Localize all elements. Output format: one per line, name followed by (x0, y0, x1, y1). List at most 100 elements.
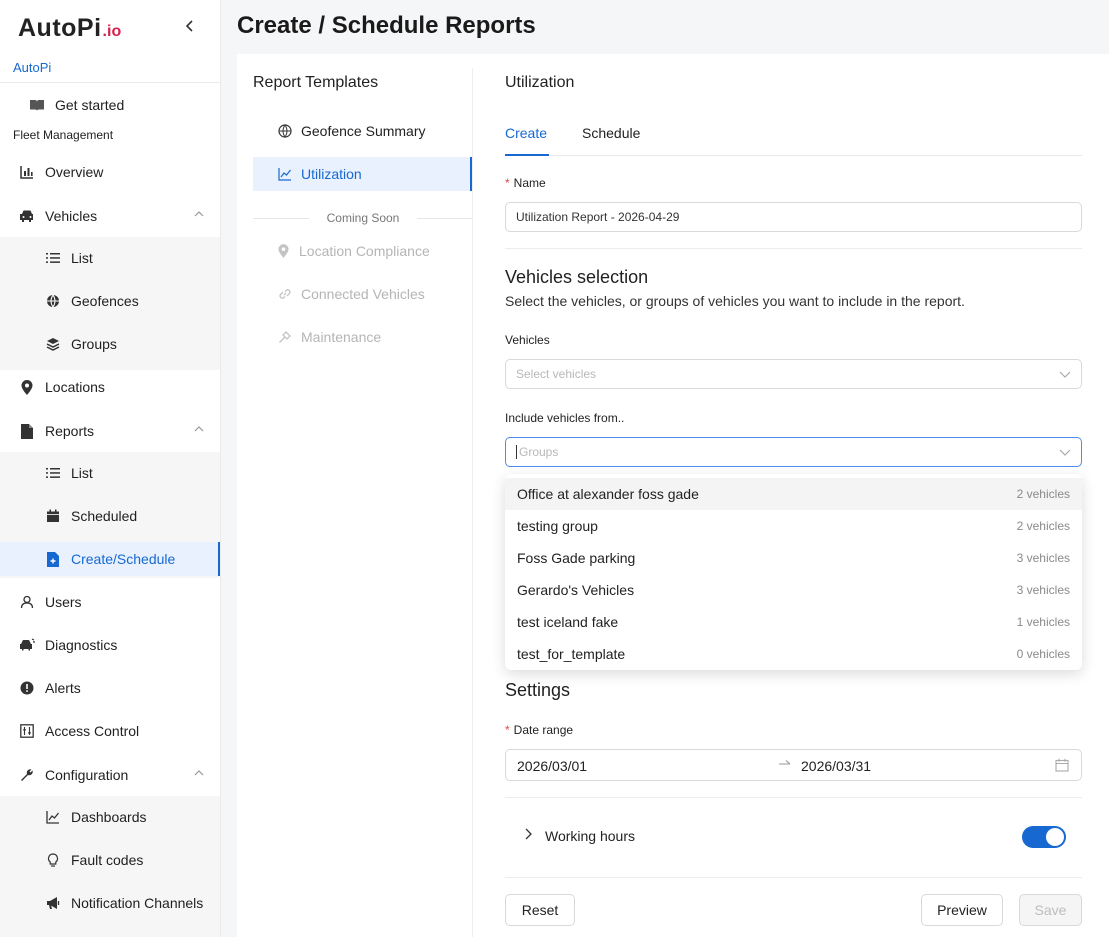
name-label: * Name (505, 176, 546, 190)
wrench-icon (19, 767, 35, 783)
option-name: testing group (517, 518, 598, 534)
option-count: 0 vehicles (1016, 647, 1070, 661)
megaphone-icon (45, 895, 61, 911)
sidebar-item-fault-codes[interactable]: Fault codes (0, 843, 220, 877)
tab-create[interactable]: Create (505, 124, 549, 156)
chevron-up-icon (194, 769, 204, 780)
name-input[interactable]: Utilization Report - 2026-04-29 (505, 202, 1082, 232)
organization-link[interactable]: AutoPi (13, 60, 51, 75)
sidebar-item-diagnostics[interactable]: Diagnostics (0, 628, 220, 662)
save-button: Save (1019, 894, 1082, 926)
sidebar-item-overview[interactable]: Overview (0, 155, 220, 189)
template-label: Maintenance (301, 329, 382, 345)
dropdown-option[interactable]: Gerardo's Vehicles 3 vehicles (505, 574, 1082, 606)
arrow-right-icon (778, 757, 792, 774)
sidebar-item-label: Alerts (45, 680, 81, 696)
dropdown-option[interactable]: test iceland fake 1 vehicles (505, 606, 1082, 638)
autopi-logo[interactable]: AutoPi .io (18, 14, 121, 44)
sidebar-item-users[interactable]: Users (0, 585, 220, 619)
option-name: Office at alexander foss gade (517, 486, 699, 502)
user-icon (19, 594, 35, 610)
chevron-up-icon (194, 210, 204, 221)
option-count: 2 vehicles (1016, 487, 1070, 501)
preview-button[interactable]: Preview (921, 894, 1003, 926)
template-utilization[interactable]: Utilization (253, 157, 473, 191)
option-name: test_for_template (517, 646, 626, 662)
chevron-up-icon (194, 425, 204, 436)
vehicles-label: Vehicles (505, 333, 550, 347)
divider-line (253, 217, 309, 219)
sidebar-item-label: Overview (45, 164, 104, 180)
sidebar-item-label: Groups (71, 336, 117, 352)
working-hours-toggle[interactable] (1022, 826, 1066, 848)
sidebar-item-dashboards[interactable]: Dashboards (0, 800, 220, 834)
groups-select[interactable]: Groups (505, 437, 1082, 467)
section-label-fleet: Fleet Management (13, 128, 114, 142)
tab-schedule[interactable]: Schedule (582, 124, 640, 156)
sidebar-item-label: Vehicles (45, 208, 98, 224)
templates-title: Report Templates (253, 74, 379, 91)
collapse-sidebar-button[interactable] (183, 18, 199, 36)
date-end[interactable]: 2026/03/31 (801, 758, 871, 774)
vehicles-placeholder: Select vehicles (516, 367, 597, 381)
sidebar-item-label: List (71, 465, 93, 481)
sidebar-item-vehicles-list[interactable]: List (0, 241, 220, 275)
sidebar-item-label: Users (45, 594, 82, 610)
sidebar-item-configuration[interactable]: Configuration (0, 758, 220, 792)
vehicles-select[interactable]: Select vehicles (505, 359, 1082, 389)
bulb-icon (45, 852, 61, 868)
sidebar-item-geofences[interactable]: Geofences (0, 284, 220, 318)
sidebar-item-get-started[interactable]: Get started (0, 88, 220, 122)
sidebar-item-alerts[interactable]: Alerts (0, 671, 220, 705)
template-label: Utilization (301, 166, 362, 182)
globe-icon (277, 124, 293, 138)
section-divider (505, 797, 1082, 798)
template-connected-vehicles: Connected Vehicles (253, 277, 473, 311)
option-name: Gerardo's Vehicles (517, 582, 635, 598)
form-tabs: Create Schedule (505, 124, 1082, 156)
sidebar-item-label: Get started (55, 97, 125, 113)
sidebar-item-notification-channels[interactable]: Notification Channels (0, 886, 220, 920)
panel-divider (472, 68, 473, 937)
divider-line (417, 217, 473, 219)
sidebar-item-scheduled[interactable]: Scheduled (0, 499, 220, 533)
template-geofence-summary[interactable]: Geofence Summary (253, 114, 473, 148)
coming-soon-divider: Coming Soon (253, 211, 473, 225)
chevron-left-icon (185, 20, 193, 32)
calendar-icon (45, 508, 61, 524)
report-card: Report Templates Geofence Summary Utiliz… (237, 54, 1109, 937)
sidebar-item-label: Scheduled (71, 508, 138, 524)
dropdown-option[interactable]: Foss Gade parking 3 vehicles (505, 542, 1082, 574)
groups-dropdown: Office at alexander foss gade 2 vehicles… (505, 474, 1082, 670)
alert-circle-icon (19, 680, 35, 696)
template-label: Connected Vehicles (301, 286, 425, 302)
list-icon (45, 250, 61, 266)
layers-icon (45, 336, 61, 352)
sidebar-item-label: Locations (45, 379, 105, 395)
sidebar-item-reports[interactable]: Reports (0, 414, 220, 448)
reset-button[interactable]: Reset (505, 894, 575, 926)
name-label-text: Name (513, 176, 546, 190)
sidebar-item-reports-list[interactable]: List (0, 456, 220, 490)
sidebar-item-groups[interactable]: Groups (0, 327, 220, 361)
dropdown-option[interactable]: testing group 2 vehicles (505, 510, 1082, 542)
dropdown-option[interactable]: Office at alexander foss gade 2 vehicles (505, 478, 1082, 510)
section-divider (505, 248, 1082, 249)
date-start[interactable]: 2026/03/01 (517, 758, 587, 774)
toggle-knob (1046, 828, 1064, 846)
sidebar-item-create-schedule[interactable]: Create/Schedule (0, 542, 220, 576)
sidebar-item-locations[interactable]: Locations (0, 370, 220, 404)
sidebar-item-vehicles[interactable]: Vehicles (0, 199, 220, 233)
groups-placeholder: Groups (519, 445, 559, 459)
sidebar-item-access-control[interactable]: Access Control (0, 714, 220, 748)
date-range-label: * Date range (505, 723, 574, 737)
date-range-label-text: Date range (513, 723, 574, 737)
link-icon (277, 287, 293, 301)
dropdown-option[interactable]: test_for_template 0 vehicles (505, 638, 1082, 670)
date-range-picker[interactable]: 2026/03/01 2026/03/31 (505, 749, 1082, 781)
sidebar-item-label: List (71, 250, 93, 266)
line-chart-icon (45, 809, 61, 825)
line-chart-icon (277, 167, 293, 181)
working-hours-panel[interactable]: Working hours (505, 816, 1082, 858)
sidebar: AutoPi .io AutoPi Get started Fleet Mana… (0, 0, 221, 937)
